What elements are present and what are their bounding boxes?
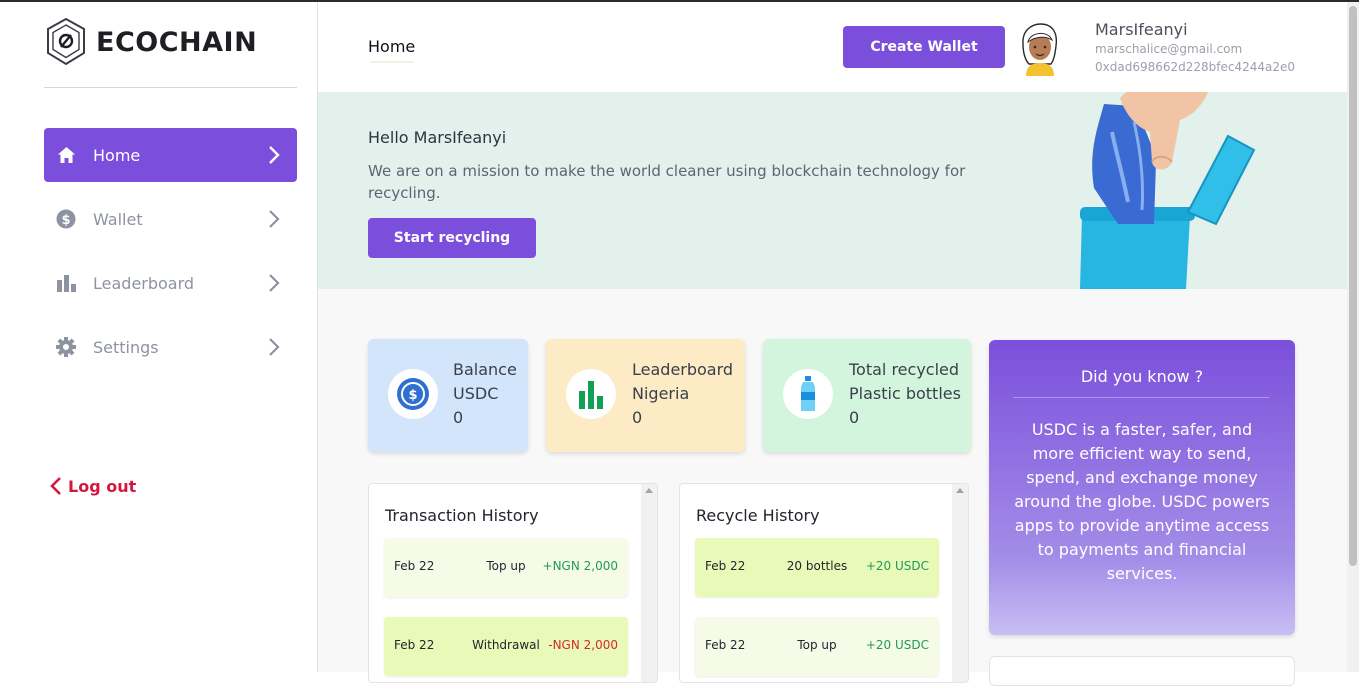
page-scrollbar-thumb[interactable] <box>1349 6 1357 566</box>
stat-value: 0 <box>453 408 464 427</box>
bar-chart-icon <box>56 273 76 293</box>
top-header: Home Create Wallet MarsIfeanyi marschali… <box>318 2 1347 92</box>
user-email: marschalice@gmail.com <box>1095 42 1243 56</box>
start-recycling-button[interactable]: Start recycling <box>368 218 536 258</box>
user-wallet-address: 0xdad698662d228bfec4244a2e0 <box>1095 60 1295 74</box>
usdc-coin-icon: $ <box>388 369 438 419</box>
chevron-right-icon <box>269 274 280 292</box>
home-icon <box>56 145 76 165</box>
ecochain-logo-icon <box>47 17 85 66</box>
stat-sublabel: Plastic bottles <box>849 384 961 403</box>
row-amount: +20 USDC <box>865 559 929 573</box>
hero-banner: Hello MarsIfeanyi We are on a mission to… <box>318 92 1347 289</box>
gear-icon <box>56 337 76 357</box>
panel-scrollbar[interactable] <box>641 484 657 682</box>
panel-title: Transaction History <box>385 506 539 525</box>
hero-text: We are on a mission to make the world cl… <box>368 162 966 202</box>
panel-title: Recycle History <box>696 506 820 525</box>
stat-label: Balance <box>453 360 517 379</box>
svg-text:$: $ <box>408 388 417 403</box>
sidebar-item-home[interactable]: Home <box>44 128 297 182</box>
table-row[interactable]: Feb 22 Withdrawal -NGN 2,000 <box>384 617 628 676</box>
page-title-underline <box>370 61 414 63</box>
dollar-coin-icon: $ <box>56 209 76 229</box>
stat-card-leaderboard[interactable]: Leaderboard Nigeria 0 <box>546 339 745 452</box>
table-row[interactable]: Feb 22 20 bottles +20 USDC <box>695 538 939 597</box>
page-title: Home <box>368 37 416 56</box>
transaction-history-panel[interactable]: Transaction History Feb 22 Top up +NGN 2… <box>368 483 658 683</box>
row-amount: +NGN 2,000 <box>542 559 618 573</box>
chevron-right-icon <box>269 338 280 356</box>
brand-name: ECOCHAIN <box>96 26 258 58</box>
recycling-bottle-illustration <box>1080 92 1256 289</box>
row-amount: -NGN 2,000 <box>548 638 618 652</box>
stat-sublabel: Nigeria <box>632 384 690 403</box>
sidebar-item-wallet[interactable]: $ Wallet <box>44 192 297 246</box>
chevron-right-icon <box>269 146 280 164</box>
chevron-left-icon <box>50 477 61 495</box>
stat-label: Leaderboard <box>632 360 734 379</box>
scroll-up-arrow-icon[interactable] <box>956 488 964 493</box>
sidebar-nav: Home $ Wallet Leaderboard Settings <box>44 128 297 384</box>
green-bar-chart-icon <box>566 369 616 419</box>
stat-card-balance[interactable]: $ Balance USDC 0 <box>368 339 528 452</box>
user-name: MarsIfeanyi <box>1095 20 1188 39</box>
info-divider <box>1013 397 1269 398</box>
info-title: Did you know ? <box>1080 367 1204 386</box>
table-row[interactable]: Feb 22 Top up +20 USDC <box>695 617 939 676</box>
table-row[interactable]: Feb 22 Top up +NGN 2,000 <box>384 538 628 597</box>
hero-greeting: Hello MarsIfeanyi <box>368 128 507 147</box>
sidebar-item-leaderboard[interactable]: Leaderboard <box>44 256 297 310</box>
stat-sublabel: USDC <box>453 384 499 403</box>
info-text: USDC is a faster, safer, and more effici… <box>1014 420 1270 583</box>
sidebar: ECOCHAIN Home $ Wallet Leaderboard Setti… <box>0 2 318 672</box>
brand-logo[interactable]: ECOCHAIN <box>44 16 257 68</box>
panel-scrollbar[interactable] <box>952 484 968 682</box>
chevron-right-icon <box>269 210 280 228</box>
create-wallet-button[interactable]: Create Wallet <box>843 26 1005 68</box>
secondary-card <box>989 656 1295 686</box>
sidebar-divider <box>44 87 297 88</box>
logout-button[interactable]: Log out <box>50 476 136 496</box>
svg-text:$: $ <box>61 213 70 228</box>
water-bottle-icon <box>783 369 833 419</box>
did-you-know-card: Did you know ? USDC is a faster, safer, … <box>989 340 1295 635</box>
row-amount: +20 USDC <box>865 638 929 652</box>
page-scrollbar[interactable] <box>1347 2 1359 672</box>
stat-value: 0 <box>632 408 643 427</box>
sidebar-item-settings[interactable]: Settings <box>44 320 297 374</box>
stat-label: Total recycled <box>849 360 960 379</box>
stat-card-recycled[interactable]: Total recycled Plastic bottles 0 <box>763 339 971 452</box>
dashboard-main: $ Balance USDC 0 Leaderboard Nigeria 0 T… <box>318 289 1347 686</box>
avatar[interactable] <box>1018 22 1062 76</box>
scroll-up-arrow-icon[interactable] <box>645 488 653 493</box>
logout-label: Log out <box>68 476 137 496</box>
stat-value: 0 <box>849 408 860 427</box>
recycle-history-panel[interactable]: Recycle History Feb 22 20 bottles +20 US… <box>679 483 969 683</box>
